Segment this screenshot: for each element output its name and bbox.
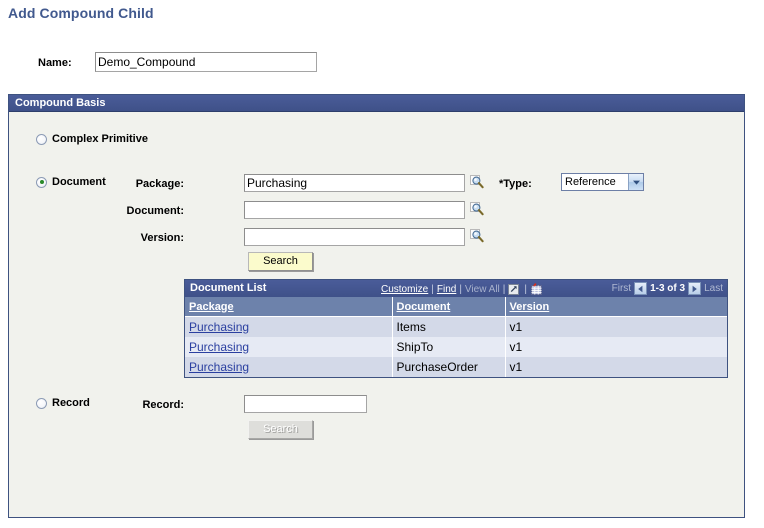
view-all-link: View All xyxy=(464,284,500,295)
package-link[interactable]: Purchasing xyxy=(189,320,249,334)
type-label: *Type: xyxy=(499,178,532,190)
package-label: Package: xyxy=(135,178,184,190)
version-magnifier-icon[interactable] xyxy=(470,229,484,243)
document-list-header: Document List Customize | Find | View Al… xyxy=(185,280,727,297)
document-magnifier-icon[interactable] xyxy=(470,202,484,216)
pager-last-label: Last xyxy=(704,283,723,294)
version-label: Version: xyxy=(140,232,184,244)
table-row: Purchasing ShipTo v1 xyxy=(185,337,727,357)
document-label: Document: xyxy=(126,205,184,217)
find-link[interactable]: Find xyxy=(437,284,456,295)
tool-separator-4: | xyxy=(524,284,527,295)
document-list-table: Package Document Version Purchasing Item… xyxy=(185,297,727,377)
download-spreadsheet-icon[interactable] xyxy=(530,283,543,296)
version-input[interactable] xyxy=(244,228,465,246)
name-row: Name: xyxy=(0,52,400,76)
pager-first-label: First xyxy=(611,283,632,294)
table-header-row: Package Document Version xyxy=(185,297,727,317)
cell-document: Items xyxy=(392,316,506,337)
cell-package: Purchasing xyxy=(185,337,393,357)
cell-document: PurchaseOrder xyxy=(392,357,506,377)
cell-package: Purchasing xyxy=(185,357,393,377)
pager-next-page-icon[interactable] xyxy=(688,282,702,295)
column-header-document-label[interactable]: Document xyxy=(397,301,451,313)
record-label: Record: xyxy=(142,399,184,411)
tool-separator-2: | xyxy=(459,284,462,295)
package-input[interactable] xyxy=(244,174,465,192)
column-header-version-label[interactable]: Version xyxy=(510,301,550,313)
compound-basis-title: Compound Basis xyxy=(15,97,106,109)
name-input[interactable] xyxy=(95,52,317,72)
document-list-grid: Document List Customize | Find | View Al… xyxy=(184,279,728,378)
compound-basis-body: Complex Primitive Document Package: *Typ… xyxy=(12,115,741,514)
document-list-pager: First 1-3 of 3 Last xyxy=(612,282,723,295)
pager-range: 1-3 of 3 xyxy=(650,283,686,294)
document-input[interactable] xyxy=(244,201,465,219)
document-search-button[interactable]: Search xyxy=(248,252,313,271)
cell-version: v1 xyxy=(505,316,727,337)
customize-link[interactable]: Customize xyxy=(381,284,428,295)
column-header-package-label[interactable]: Package xyxy=(189,301,234,313)
type-select[interactable]: Reference xyxy=(561,173,644,191)
radio-document-mark[interactable] xyxy=(36,176,47,188)
page-title: Add Compound Child xyxy=(8,5,154,21)
compound-basis-groupbox: Compound Basis Complex Primitive Documen… xyxy=(8,94,745,518)
record-search-button: Search xyxy=(248,420,313,439)
radio-complex-primitive-mark[interactable] xyxy=(36,133,47,145)
radio-document-label: Document xyxy=(52,176,106,188)
document-list-title: Document List xyxy=(190,282,267,294)
radio-document[interactable]: Document xyxy=(36,176,106,188)
package-magnifier-icon[interactable] xyxy=(470,175,484,189)
package-link[interactable]: Purchasing xyxy=(189,360,249,374)
package-link[interactable]: Purchasing xyxy=(189,340,249,354)
radio-complex-primitive-label: Complex Primitive xyxy=(52,133,148,145)
radio-complex-primitive[interactable]: Complex Primitive xyxy=(36,133,148,145)
column-header-document[interactable]: Document xyxy=(392,297,506,317)
document-list-tools: Customize | Find | View All | | xyxy=(381,283,543,296)
column-header-package[interactable]: Package xyxy=(185,297,393,317)
expand-grid-icon[interactable] xyxy=(508,283,521,296)
cell-version: v1 xyxy=(505,357,727,377)
tool-separator-1: | xyxy=(431,284,434,295)
record-input[interactable] xyxy=(244,395,367,413)
tool-separator-3: | xyxy=(502,284,506,295)
cell-package: Purchasing xyxy=(185,316,393,337)
cell-version: v1 xyxy=(505,337,727,357)
table-row: Purchasing Items v1 xyxy=(185,316,727,337)
cell-document: ShipTo xyxy=(392,337,506,357)
radio-record-mark[interactable] xyxy=(36,397,47,409)
radio-record[interactable]: Record xyxy=(36,397,90,409)
pager-prev-page-icon[interactable] xyxy=(634,282,648,295)
name-label: Name: xyxy=(38,57,72,69)
table-row: Purchasing PurchaseOrder v1 xyxy=(185,357,727,377)
compound-basis-header: Compound Basis xyxy=(9,95,744,112)
radio-record-label: Record xyxy=(52,397,90,409)
column-header-version[interactable]: Version xyxy=(505,297,727,317)
